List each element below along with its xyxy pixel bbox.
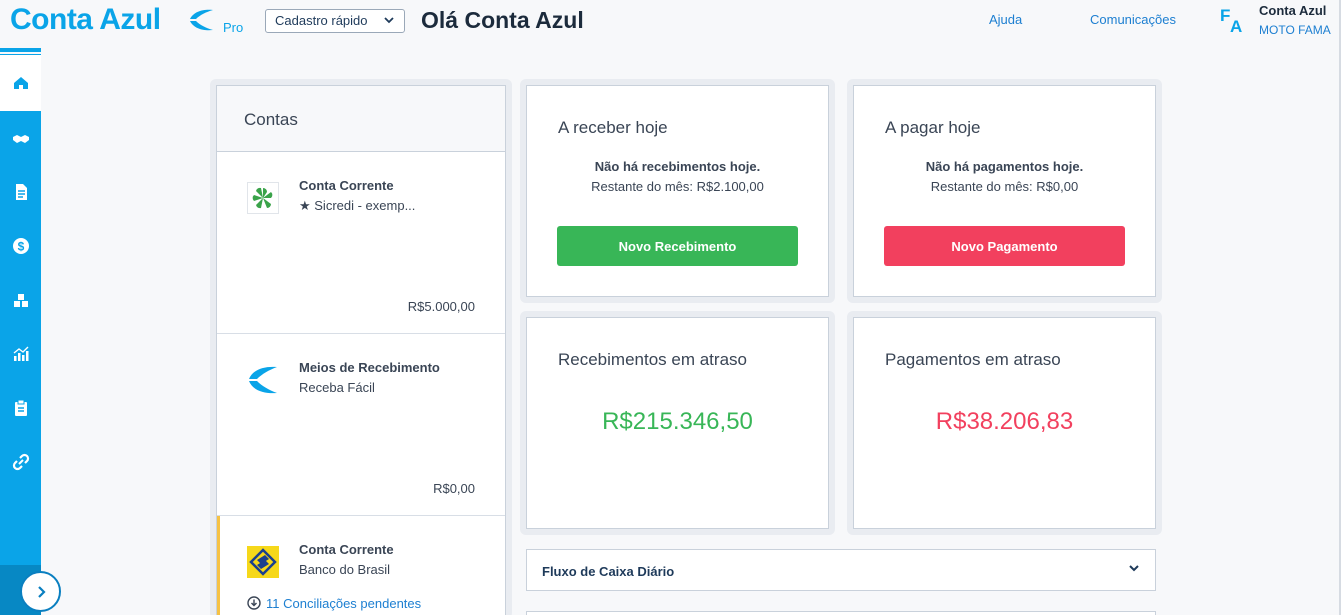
overdue-receipts-value: R$215.346,50 [602,408,753,435]
pending-reconciliations-link[interactable]: 11 Conciliações pendentes [247,596,421,611]
sidebar: $ [0,54,41,615]
overdue-receipts-title: Recebimentos em atraso [558,350,747,369]
document-icon [15,184,27,200]
cash-flow-title: Fluxo de Caixa Diário [542,564,675,579]
chevron-down-icon [383,14,395,29]
overdue-payments-card[interactable]: Pagamentos em atraso R$38.206,83 [853,317,1156,529]
sidebar-item-integrations[interactable] [0,434,41,490]
accounts-title: Contas [244,110,298,129]
user-name[interactable]: Conta Azul [1259,3,1326,18]
svg-text:$: $ [17,240,24,254]
account-name: Conta Corrente [299,542,394,557]
top-header: Conta Azul Pro Cadastro rápido Olá Conta… [0,0,1341,44]
link-icon [12,453,29,471]
cash-flow-accordion[interactable]: Fluxo de Caixa Diário [526,549,1156,591]
pending-reconciliations-label: 11 Conciliações pendentes [266,596,422,611]
conta-azul-logo-icon [190,9,213,31]
plan-badge: Pro [223,20,244,35]
receive-today-message: Não há recebimentos hoje. [594,159,761,174]
app-logo[interactable]: Conta Azul [10,3,161,37]
pay-today-card: A pagar hoje Não há pagamentos hoje. Res… [853,85,1156,297]
pay-today-title: A pagar hoje [885,118,981,137]
sidebar-top-bar [0,48,41,52]
account-sub: Receba Fácil [299,380,375,395]
account-balance: R$0,00 [433,481,475,496]
user-avatar[interactable]: F A [1220,6,1244,36]
sicredi-logo-icon [247,182,279,214]
clipboard-icon [14,399,27,416]
chevron-down-icon [1129,565,1139,572]
chevron-right-icon [37,585,46,598]
sidebar-item-documents[interactable] [0,164,41,220]
quick-register-dropdown[interactable]: Cadastro rápido [265,9,405,33]
chart-icon [13,346,28,361]
new-payment-button[interactable]: Novo Pagamento [884,226,1125,266]
overdue-payments-value: R$38.206,83 [935,408,1074,435]
receive-today-card: A receber hoje Não há recebimentos hoje.… [526,85,829,297]
sidebar-item-reports[interactable] [0,326,41,382]
sidebar-item-home[interactable] [0,55,41,111]
receive-remaining-month: Restante do mês: R$2.100,00 [591,179,764,194]
overdue-receipts-card[interactable]: Recebimentos em atraso R$215.346,50 [526,317,829,529]
account-balance: R$5.000,00 [407,299,475,314]
new-receipt-button[interactable]: Novo Recebimento [557,226,798,266]
download-circle-icon [247,596,261,610]
dollar-icon: $ [12,238,29,254]
home-icon [13,77,28,89]
sidebar-item-inventory[interactable] [0,272,41,328]
avatar-initial-second: A [1230,17,1243,36]
overdue-payments-title: Pagamentos em atraso [885,350,1061,369]
account-name: Conta Corrente [299,178,394,193]
account-item[interactable]: Conta Corrente Banco do Brasil 11 Concil… [217,516,505,615]
pay-today-message: Não há pagamentos hoje. [925,159,1084,174]
accounts-panel-header: Contas [217,86,505,152]
communications-link[interactable]: Comunicações [1090,12,1176,27]
boxes-icon [13,294,28,307]
next-section-edge [526,611,1156,615]
quick-register-label: Cadastro rápido [275,13,368,28]
account-item[interactable]: Meios de Recebimento Receba Fácil R$0,00 [217,334,505,516]
help-link[interactable]: Ajuda [989,12,1022,27]
pay-remaining-month: Restante do mês: R$0,00 [930,179,1079,194]
account-name: Meios de Recebimento [299,360,440,375]
page-greeting: Olá Conta Azul [421,7,584,33]
account-bank: Banco do Brasil [299,562,391,577]
sidebar-expand-button[interactable] [20,571,61,612]
handshake-icon [12,135,29,143]
accounts-panel: Contas Conta Corrente ★ Sicredi - exemp.… [216,85,506,615]
account-bank: ★ Sicredi - exemp... [299,198,416,213]
avatar-initial-first: F [1220,6,1231,25]
account-item[interactable]: Conta Corrente ★ Sicredi - exemp... R$5.… [217,152,505,334]
company-name[interactable]: MOTO FAMA [1259,23,1331,37]
banco-do-brasil-logo-icon [247,546,279,578]
conta-azul-logo-icon [249,366,277,394]
sidebar-item-sales[interactable] [0,111,41,167]
receive-today-title: A receber hoje [558,118,668,137]
sidebar-item-finance[interactable]: $ [0,218,41,274]
sidebar-item-tasks[interactable] [0,380,41,436]
